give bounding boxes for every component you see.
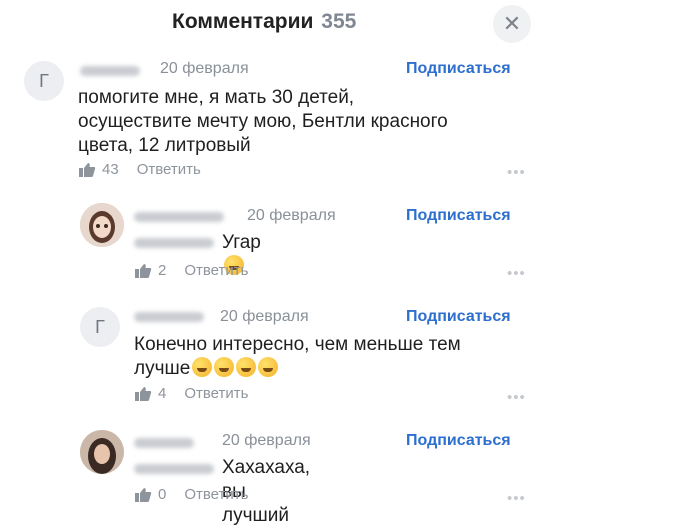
comments-header: Комментарии 355 ✕ [0, 0, 560, 48]
avatar-image [80, 430, 124, 474]
author-name[interactable] [134, 312, 204, 322]
comment-date: 20 февраля [247, 207, 336, 224]
like-count: 4 [158, 385, 167, 402]
rofl-emoji-icon [214, 357, 235, 377]
subscribe-button[interactable]: Подписаться [406, 60, 511, 78]
reply-button[interactable]: Ответить [137, 161, 201, 178]
more-options-button[interactable]: ••• [507, 389, 526, 406]
rofl-emoji-icon [258, 357, 279, 377]
like-count: 2 [158, 262, 167, 279]
like-count: 0 [158, 486, 167, 503]
author-name[interactable] [80, 66, 140, 76]
avatar[interactable] [80, 430, 124, 474]
more-options-button[interactable]: ••• [507, 490, 526, 507]
comment-text-line: Конечно интересно, чем меньше тем [134, 334, 461, 355]
comment-text-line: осуществите мечту мою, Бентли красного [78, 111, 448, 132]
author-name[interactable] [134, 212, 224, 222]
comments-count: 355 [321, 10, 357, 33]
avatar[interactable] [80, 203, 124, 247]
comment-text: Конечно интересно, чем меньше тем лучше [134, 333, 534, 381]
comment-actions: 2 Ответить [134, 262, 248, 279]
comment-text-line-with-emoji: лучше [134, 357, 534, 381]
author-name[interactable] [134, 438, 194, 448]
reply-button[interactable]: Ответить [184, 486, 248, 503]
more-options-button[interactable]: ••• [507, 265, 526, 282]
like-icon[interactable] [134, 487, 152, 503]
comment-text-line: помогите мне, я мать 30 детей, [78, 87, 355, 108]
comment-text-line: Угар [222, 232, 261, 253]
comment-date: 20 февраля [160, 60, 249, 77]
comment-date: 20 февраля [220, 308, 309, 325]
comments-title: Комментарии 355 [172, 10, 356, 34]
like-icon[interactable] [134, 263, 152, 279]
close-icon: ✕ [502, 11, 522, 37]
like-icon[interactable] [78, 162, 96, 178]
comment-date: 20 февраля [222, 432, 311, 449]
avatar-image [80, 203, 124, 247]
reply-button[interactable]: Ответить [184, 385, 248, 402]
comment-text: помогите мне, я мать 30 детей, осуществи… [78, 86, 538, 158]
comment-actions: 4 Ответить [134, 385, 248, 402]
rofl-emoji-icon [192, 357, 213, 377]
reply-to-name[interactable] [134, 238, 214, 248]
comments-title-text: Комментарии [172, 10, 314, 33]
comment-text-line: цвета, 12 литровый [78, 135, 251, 156]
reply-button[interactable]: Ответить [184, 262, 248, 279]
subscribe-button[interactable]: Подписаться [406, 308, 511, 326]
comment-actions: 0 Ответить [134, 486, 248, 503]
close-button[interactable]: ✕ [493, 5, 531, 43]
avatar[interactable]: Г [80, 307, 120, 347]
avatar[interactable]: Г [24, 61, 64, 101]
more-options-button[interactable]: ••• [507, 164, 526, 181]
like-icon[interactable] [134, 386, 152, 402]
comment-text-line: лучше [134, 358, 191, 379]
subscribe-button[interactable]: Подписаться [406, 432, 511, 450]
comment-actions: 43 Ответить [78, 161, 201, 178]
rofl-emoji-icon [236, 357, 257, 377]
subscribe-button[interactable]: Подписаться [406, 207, 511, 225]
like-count: 43 [102, 161, 119, 178]
reply-to-name[interactable] [134, 464, 214, 474]
